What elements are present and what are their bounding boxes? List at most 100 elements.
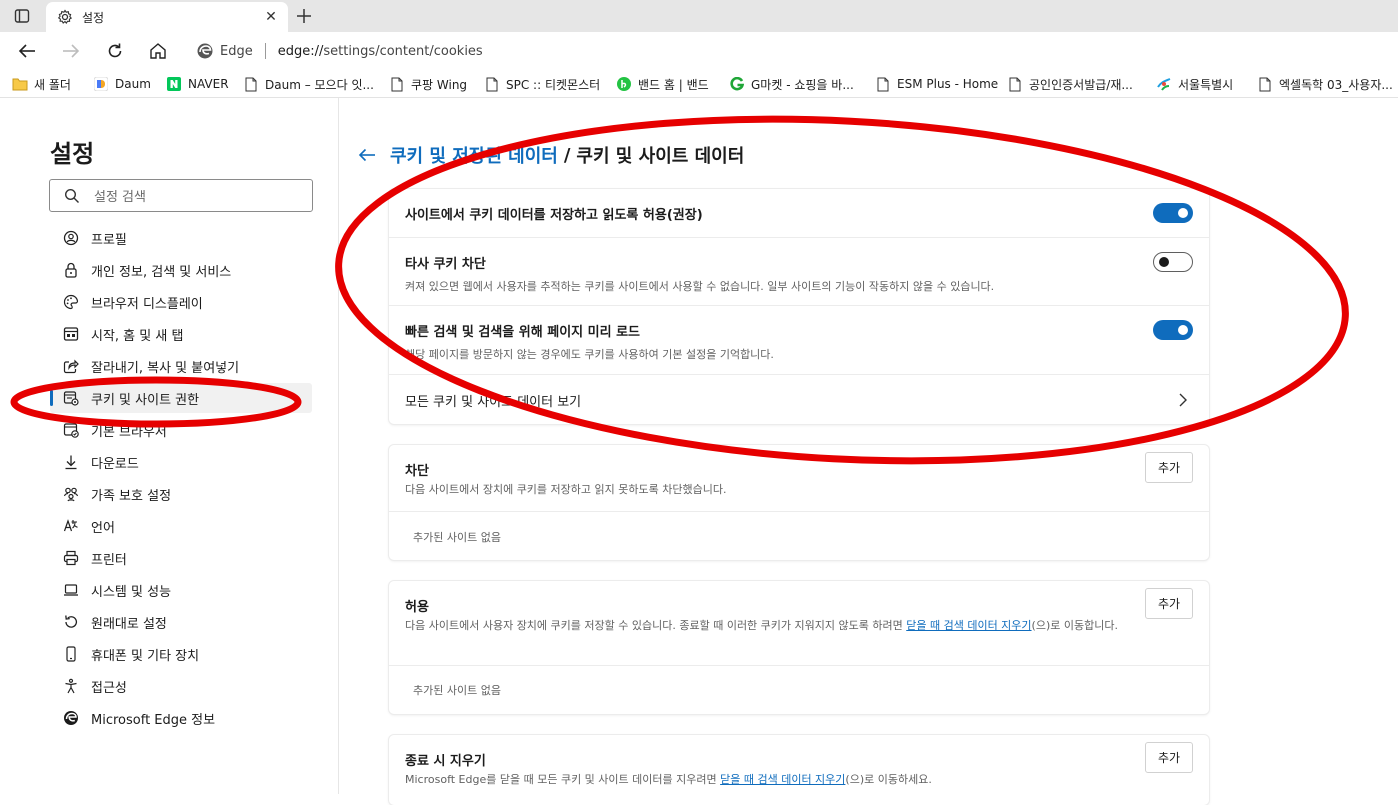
favorite-label: SPC :: 티켓몬스터: [506, 77, 601, 92]
sidebar-item-label: 시스템 및 성능: [91, 584, 172, 600]
favorite-label: 공인인증서발급/재...: [1029, 77, 1133, 92]
sidebar-item-privacy[interactable]: 개인 정보, 검색 및 서비스: [50, 255, 312, 285]
sidebar-item-label: 프린터: [91, 552, 127, 568]
clear-on-exit-title: 종료 시 지우기: [405, 754, 486, 769]
sidebar-item-downloads[interactable]: 다운로드: [50, 447, 312, 477]
language-icon: [62, 517, 80, 535]
sidebar-item-cookies-site-permissions[interactable]: 쿠키 및 사이트 권한: [50, 383, 312, 413]
favorite-label: 서울특별시: [1178, 77, 1234, 92]
sidebar-item-label: 프로필: [91, 232, 127, 248]
address-bar[interactable]: Edge edge://settings/content/cookies: [196, 38, 1392, 64]
settings-content: 쿠키 및 저장된 데이터 / 쿠키 및 사이트 데이터 사이트에서 쿠키 데이터…: [340, 98, 1398, 805]
search-input[interactable]: 설정 검색: [49, 179, 313, 212]
sidebar-item-reset[interactable]: 원래대로 설정: [50, 607, 312, 637]
favorite-item[interactable]: Daum – 모으다 잇...: [243, 74, 374, 94]
page-icon: [484, 76, 500, 92]
sidebar-item-appearance[interactable]: 브라우저 디스플레이: [50, 287, 312, 317]
clear-on-close-link[interactable]: 닫을 때 검색 데이터 지우기: [906, 619, 1031, 632]
sidebar-item-accessibility[interactable]: 접근성: [50, 671, 312, 701]
see-all-cookies-row[interactable]: 모든 쿠키 및 사이트 데이터 보기: [389, 375, 1209, 424]
favorite-item[interactable]: 새 폴더: [12, 74, 71, 94]
seoul-icon: [1156, 76, 1172, 92]
favorite-item[interactable]: NAVER: [166, 74, 229, 94]
favorite-item[interactable]: ESM Plus - Home: [875, 74, 998, 94]
home-icon: [150, 43, 166, 59]
share-icon: [62, 357, 80, 375]
see-all-cookies-label: 모든 쿠키 및 사이트 데이터 보기: [405, 395, 582, 410]
refresh-button[interactable]: [101, 38, 129, 64]
breadcrumb: 쿠키 및 저장된 데이터 / 쿠키 및 사이트 데이터: [356, 142, 744, 168]
arrow-left-icon: [358, 148, 375, 162]
block-title: 차단: [405, 464, 429, 479]
favorite-label: 쿠팡 Wing: [411, 77, 468, 92]
allow-cookies-toggle[interactable]: [1153, 203, 1193, 223]
block-section: 차단 다음 사이트에서 장치에 쿠키를 저장하고 읽지 못하도록 차단했습니다.…: [389, 445, 1209, 560]
breadcrumb-parent-link[interactable]: 쿠키 및 저장된 데이터: [390, 142, 558, 168]
sidebar-item-printers[interactable]: 프린터: [50, 543, 312, 573]
url-host: edge://: [277, 43, 324, 59]
breadcrumb-separator: /: [563, 144, 571, 166]
favorite-item[interactable]: 밴드 홈 | 밴드: [616, 74, 709, 94]
home-button[interactable]: [144, 38, 172, 64]
page-icon: [389, 76, 405, 92]
family-icon: [62, 485, 80, 503]
favorite-item[interactable]: 서울특별시: [1156, 74, 1233, 94]
favorite-item[interactable]: G마켓 - 쇼핑을 바...: [729, 74, 854, 94]
block-description: 다음 사이트에서 장치에 쿠키를 저장하고 읽지 못하도록 차단했습니다.: [405, 483, 727, 496]
back-arrow-button[interactable]: [356, 144, 378, 166]
preload-pages-toggle[interactable]: [1153, 320, 1193, 340]
favorite-label: 엑셀독학 03_사용자...: [1279, 77, 1393, 92]
sidebar-item-default-browser[interactable]: 기본 브라우저: [50, 415, 312, 445]
divider: [389, 665, 1209, 666]
sidebar-item-family[interactable]: 가족 보호 설정: [50, 479, 312, 509]
allow-empty-text: 추가된 사이트 없음: [413, 684, 501, 697]
tab-actions-button[interactable]: [6, 3, 38, 29]
band-icon: [616, 76, 632, 92]
new-tab-button[interactable]: [292, 4, 316, 28]
favorite-item[interactable]: 엑셀독학 03_사용자...: [1257, 74, 1393, 94]
favorite-label: 새 폴더: [34, 77, 71, 92]
sidebar-item-start-home[interactable]: 시작, 홈 및 새 탭: [50, 319, 312, 349]
back-button[interactable]: [13, 38, 41, 64]
favorite-label: 밴드 홈 | 밴드: [638, 77, 709, 92]
daum-icon: [93, 76, 109, 92]
cookie-settings-icon: [62, 389, 80, 407]
naver-icon: [166, 76, 182, 92]
sidebar-item-phone-devices[interactable]: 휴대폰 및 기타 장치: [50, 639, 312, 669]
block-third-party-toggle[interactable]: [1153, 252, 1193, 272]
favorite-label: Daum – 모으다 잇...: [265, 77, 374, 92]
sidebar-item-languages[interactable]: 언어: [50, 511, 312, 541]
forward-button[interactable]: [57, 38, 85, 64]
sidebar-item-label: 개인 정보, 검색 및 서비스: [91, 264, 232, 280]
edge-icon: [62, 709, 80, 727]
allow-desc-text-end: (으)로 이동합니다.: [1031, 619, 1118, 632]
navigation-bar: Edge edge://settings/content/cookies: [0, 32, 1398, 70]
close-icon[interactable]: ✕: [262, 8, 280, 26]
palette-icon: [62, 293, 80, 311]
clear-on-exit-section: 종료 시 지우기 Microsoft Edge를 닫을 때 모든 쿠키 및 사이…: [389, 735, 1209, 805]
sidebar-item-label: 언어: [91, 520, 115, 536]
clear-on-exit-add-button[interactable]: 추가: [1145, 742, 1193, 773]
favorite-item[interactable]: Daum: [93, 74, 151, 94]
block-empty-text: 추가된 사이트 없음: [413, 531, 501, 544]
arrow-left-icon: [18, 44, 35, 58]
sidebar-item-about-edge[interactable]: Microsoft Edge 정보: [50, 703, 312, 733]
clear-on-exit-description: Microsoft Edge를 닫을 때 모든 쿠키 및 사이트 데이터를 지우…: [405, 772, 932, 788]
setting-title: 사이트에서 쿠키 데이터를 저장하고 읽도록 허용(권장): [405, 208, 703, 223]
allow-add-button[interactable]: 추가: [1145, 588, 1193, 619]
sidebar-item-profile[interactable]: 프로필: [50, 223, 312, 253]
sidebar-item-share-copy-paste[interactable]: 잘라내기, 복사 및 붙여넣기: [50, 351, 312, 381]
phone-icon: [62, 645, 80, 663]
tab-settings[interactable]: 설정 ✕: [46, 2, 288, 32]
block-add-button[interactable]: 추가: [1145, 452, 1193, 483]
favorite-item[interactable]: 쿠팡 Wing: [389, 74, 467, 94]
profile-icon: [62, 229, 80, 247]
home-tab-icon: [62, 325, 80, 343]
favorite-item[interactable]: SPC :: 티켓몬스터: [484, 74, 600, 94]
setting-row-allow-cookies: 사이트에서 쿠키 데이터를 저장하고 읽도록 허용(권장): [389, 189, 1209, 238]
sidebar-item-label: 시작, 홈 및 새 탭: [91, 328, 184, 344]
favorite-item[interactable]: 공인인증서발급/재...: [1007, 74, 1133, 94]
sidebar-item-system[interactable]: 시스템 및 성능: [50, 575, 312, 605]
clear-on-close-link[interactable]: 닫을 때 검색 데이터 지우기: [720, 773, 845, 786]
setting-title: 빠른 검색 및 검색을 위해 페이지 미리 로드: [405, 325, 641, 340]
